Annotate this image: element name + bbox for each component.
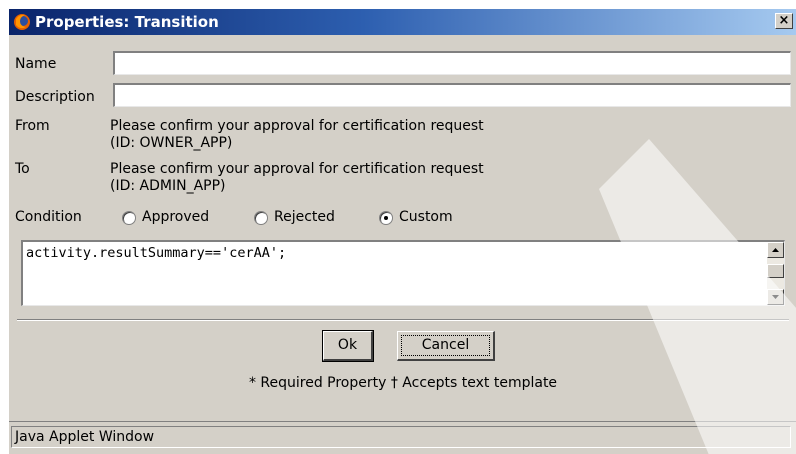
radio-custom-circle[interactable] [379,211,393,225]
to-label: To [15,161,30,177]
condition-label: Condition [15,209,82,225]
to-activity-name: Please confirm your approval for certifi… [110,161,484,177]
name-label: Name [15,56,57,72]
scroll-thumb[interactable] [767,264,784,278]
firefox-logo-icon [14,14,30,30]
from-activity-id: (ID: OWNER_APP) [110,135,233,151]
description-input[interactable] [113,83,791,107]
radio-rejected-circle[interactable] [254,211,268,225]
divider [17,319,789,321]
name-input[interactable] [113,51,791,75]
properties-dialog: Properties: Transition × Name Descriptio… [8,8,796,454]
radio-approved-label[interactable]: Approved [142,209,209,225]
scroll-up-button[interactable] [767,242,784,258]
to-activity-id: (ID: ADMIN_APP) [110,178,226,194]
status-text: Java Applet Window [11,426,791,448]
condition-expression-text[interactable]: activity.resultSummary=='cerAA'; [26,245,286,261]
title-bar[interactable]: Properties: Transition × [9,9,796,35]
radio-approved-circle[interactable] [122,211,136,225]
dialog-title: Properties: Transition [35,13,219,31]
status-bar: Java Applet Window [9,421,796,454]
from-label: From [15,118,50,134]
vertical-scrollbar[interactable] [767,242,784,305]
from-activity-name: Please confirm your approval for certifi… [110,118,484,134]
arrow-down-icon [772,295,779,299]
condition-expression-textarea[interactable]: activity.resultSummary=='cerAA'; [21,240,785,306]
scroll-down-button[interactable] [767,289,784,305]
arrow-up-icon [772,248,779,252]
close-button[interactable]: × [775,13,793,29]
ok-button[interactable]: Ok [322,330,374,362]
close-icon: × [778,13,790,28]
required-property-footnote: * Required Property † Accepts text templ… [248,375,558,391]
cancel-button[interactable]: Cancel [397,331,495,361]
radio-rejected-label[interactable]: Rejected [274,209,335,225]
radio-custom-label[interactable]: Custom [399,209,453,225]
description-label: Description [15,89,95,105]
focus-ring [401,335,490,356]
